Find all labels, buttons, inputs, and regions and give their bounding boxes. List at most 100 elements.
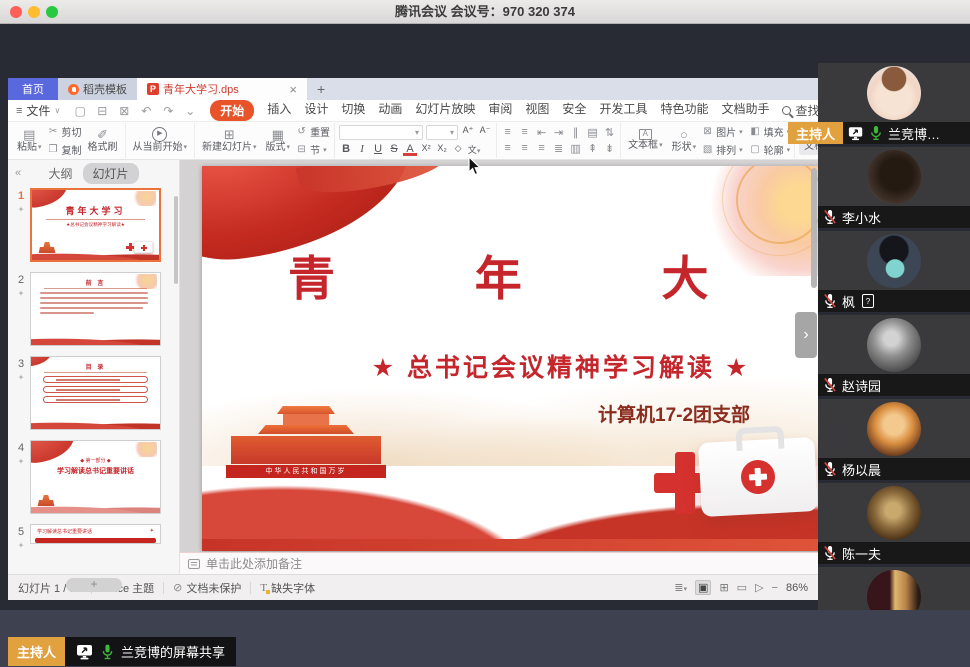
align-top-icon[interactable]: ⇞ [586,142,599,155]
zoom-out-icon[interactable]: − [772,582,778,594]
subscript-button[interactable]: X₂ [435,143,449,156]
zoom-level[interactable]: 86% [786,582,808,594]
more-icon[interactable]: ⌄ [183,104,197,118]
section-button[interactable]: ⊟节▾ [296,142,330,157]
save-icon[interactable]: ▢ [73,104,87,118]
align-bottom-icon[interactable]: ⇟ [603,142,616,155]
missing-font-warning[interactable]: T 缺失字体 [260,580,315,596]
menu-tab-开发工具[interactable]: 开发工具 [599,100,647,121]
participant-tile-赵诗园[interactable]: 赵诗园 [818,315,970,396]
format-painter-button[interactable]: ✐ 格式刷 [85,127,121,155]
decrease-font-icon[interactable]: A⁻ [478,125,492,140]
font-color-button[interactable]: A [403,143,417,156]
menu-tab-设计[interactable]: 设计 [304,100,328,121]
participant-tile-陈一夫[interactable]: 陈一夫 [818,483,970,564]
find-menu[interactable]: 查找 [782,102,819,119]
screen-share-icon [76,644,94,660]
shape-button[interactable]: ○ 形状▾ [669,127,700,155]
menu-tab-视图[interactable]: 视图 [525,100,549,121]
redo-icon[interactable]: ↷ [161,104,175,118]
paste-button[interactable]: ▤ 粘贴▾ [14,127,45,155]
menu-tab-幻灯片放映[interactable]: 幻灯片放映 [415,100,475,121]
bold-button[interactable]: B [339,143,353,156]
strikethrough-button[interactable]: S [387,143,401,156]
new-slide-button[interactable]: ⊞ 新建幻灯片▾ [199,127,260,155]
menu-tab-动画[interactable]: 动画 [378,100,402,121]
indent-increase-icon[interactable]: ⇥ [552,126,565,139]
protection-status[interactable]: ⊘ 文档未保护 [173,580,241,596]
menu-tab-特色功能[interactable]: 特色功能 [660,100,708,121]
slideshow-icon[interactable]: ▷ [755,581,763,594]
increase-font-icon[interactable]: A⁺ [461,125,475,140]
menu-tab-开始[interactable]: 开始 [210,100,254,121]
slide-thumbnail-4[interactable]: ◆ 第一部分 ◆学习解读总书记重要讲话 [30,440,161,514]
slide-thumbnail-3[interactable]: 目 录 [30,356,161,430]
justify-icon[interactable]: ≣ [552,142,565,155]
participant-tile-兰竞博…[interactable]: 主持人兰竞博… [818,63,970,144]
mic-on-icon [869,125,883,141]
arrange-button[interactable]: ▧排列▾ [702,142,743,157]
normal-view-icon[interactable]: ▣ [695,580,711,595]
tab-docer[interactable]: 稻壳模板 [58,78,137,100]
picture-button[interactable]: ⊠图片▾ [702,124,743,139]
superscript-button[interactable]: X² [419,143,433,156]
sidebar-scrollbar[interactable] [174,196,178,284]
indent-decrease-icon[interactable]: ⇤ [535,126,548,139]
align-right-icon[interactable]: ≡ [535,142,548,155]
menu-tab-文档助手[interactable]: 文档助手 [721,100,769,121]
align-center-icon[interactable]: ≡ [518,142,531,155]
distribute-icon[interactable]: ▥ [569,142,582,155]
menu-tab-安全[interactable]: 安全 [562,100,586,121]
tab-slides[interactable]: 幻灯片 [83,163,139,184]
numbered-list-icon[interactable]: ≡ [518,126,531,139]
add-slide-button[interactable]: + [66,578,122,592]
font-size-select[interactable]: ▾ [426,125,458,140]
italic-button[interactable]: I [355,143,369,156]
next-slide-arrow[interactable]: › [795,312,817,358]
underline-button[interactable]: U [371,143,385,156]
play-from-current-button[interactable]: ▶ 从当前开始▾ [130,127,191,155]
collapse-sidebar-icon[interactable]: « [15,167,21,179]
slide-thumbnail-2[interactable]: 前 言 [30,272,161,346]
slide-layout-button[interactable]: ▦ 版式▾ [263,127,294,155]
clear-format-icon[interactable]: ◇ [451,143,465,156]
notes-icon [188,559,200,569]
fill-button[interactable]: ◧填充▾ [750,124,791,139]
slide-sorter-icon[interactable]: ⊞ [719,581,728,594]
menu-tab-切换[interactable]: 切换 [341,100,365,121]
notes-bar[interactable]: 单击此处添加备注 [180,552,818,574]
tab-document[interactable]: P 青年大学习.dps × [137,78,307,100]
file-menu[interactable]: ≡ 文件 ∨ [16,102,60,119]
copy-button[interactable]: ❐复制 [48,142,82,157]
text-tool-icon[interactable]: 文▾ [467,143,481,156]
slide-thumbnail-5[interactable]: 学习解读总书记重要讲话✦ [30,524,161,544]
new-tab-button[interactable]: + [307,78,335,100]
tab-outline[interactable]: 大纲 [48,165,72,182]
cut-button[interactable]: ✂剪切 [48,124,82,139]
tab-home[interactable]: 首页 [8,78,58,100]
menu-tab-审阅[interactable]: 审阅 [488,100,512,121]
outline-button[interactable]: ▢轮廓▾ [750,142,791,157]
slide-thumbnail-1[interactable]: 青年大学习★总书记会议精神学习解读★ [30,188,161,262]
undo-icon[interactable]: ↶ [139,104,153,118]
textbox-button[interactable]: A 文本框▾ [625,129,666,153]
participant-tile-7[interactable] [818,567,970,610]
thumbnail-number: 2✦ [12,272,30,346]
participant-tile-李小水[interactable]: 李小水 [818,147,970,228]
participant-tile-杨以晨[interactable]: 杨以晨 [818,399,970,480]
font-name-select[interactable]: ▾ [339,125,423,140]
line-spacing-icon[interactable]: ⇅ [603,126,616,139]
wps-ribbon: ▤ 粘贴▾ ✂剪切 ❐复制 ✐ 格式刷 ▶ 从当前开始▾ [8,122,818,160]
print-icon[interactable]: ⊟ [95,104,109,118]
menu-tab-插入[interactable]: 插入 [267,100,291,121]
tab-close-icon[interactable]: × [281,82,297,97]
reset-button[interactable]: ↺重置 [296,124,330,139]
reading-view-icon[interactable]: ▭ [737,581,747,594]
notes-view-icon[interactable]: ≣▾ [674,581,687,594]
align-left-icon[interactable]: ≡ [501,142,514,155]
export-icon[interactable]: ⊠ [117,104,131,118]
participant-tile-枫[interactable]: 枫? [818,231,970,312]
columns-icon[interactable]: ∥ [569,126,582,139]
text-direction-icon[interactable]: ▤ [586,126,599,139]
bullet-list-icon[interactable]: ≡ [501,126,514,139]
